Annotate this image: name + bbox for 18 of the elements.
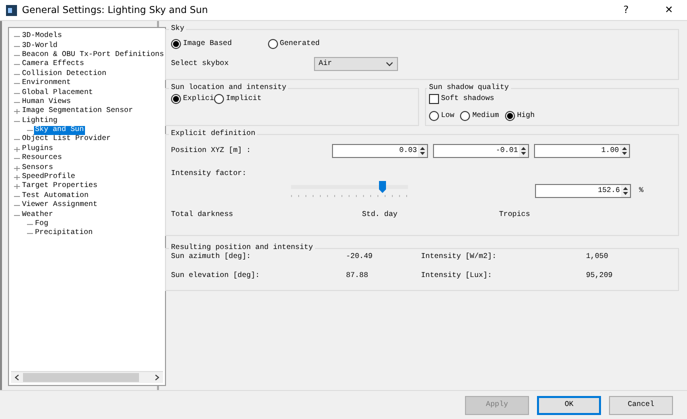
spin-arrows-icon[interactable] [620, 145, 629, 157]
expand-icon[interactable] [13, 144, 21, 154]
horizontal-scrollbar[interactable] [11, 371, 163, 383]
expand-icon[interactable] [13, 173, 21, 182]
app-icon [6, 4, 17, 16]
chevron-right-icon[interactable] [154, 374, 160, 381]
expand-icon[interactable] [13, 164, 21, 173]
window-title: General Settings: Lighting Sky and Sun [22, 4, 209, 16]
chevron-down-icon [386, 62, 393, 66]
slider-thumb[interactable] [379, 181, 386, 193]
spin-arrows-icon[interactable] [418, 145, 427, 157]
spin-arrows-icon[interactable] [621, 184, 630, 196]
chevron-left-icon[interactable] [14, 374, 20, 381]
help-button[interactable]: ? [616, 4, 636, 16]
expand-icon[interactable] [13, 182, 21, 192]
spin-arrows-icon[interactable] [519, 145, 528, 157]
expand-icon[interactable] [13, 107, 21, 116]
close-button[interactable]: ✕ [659, 4, 679, 16]
